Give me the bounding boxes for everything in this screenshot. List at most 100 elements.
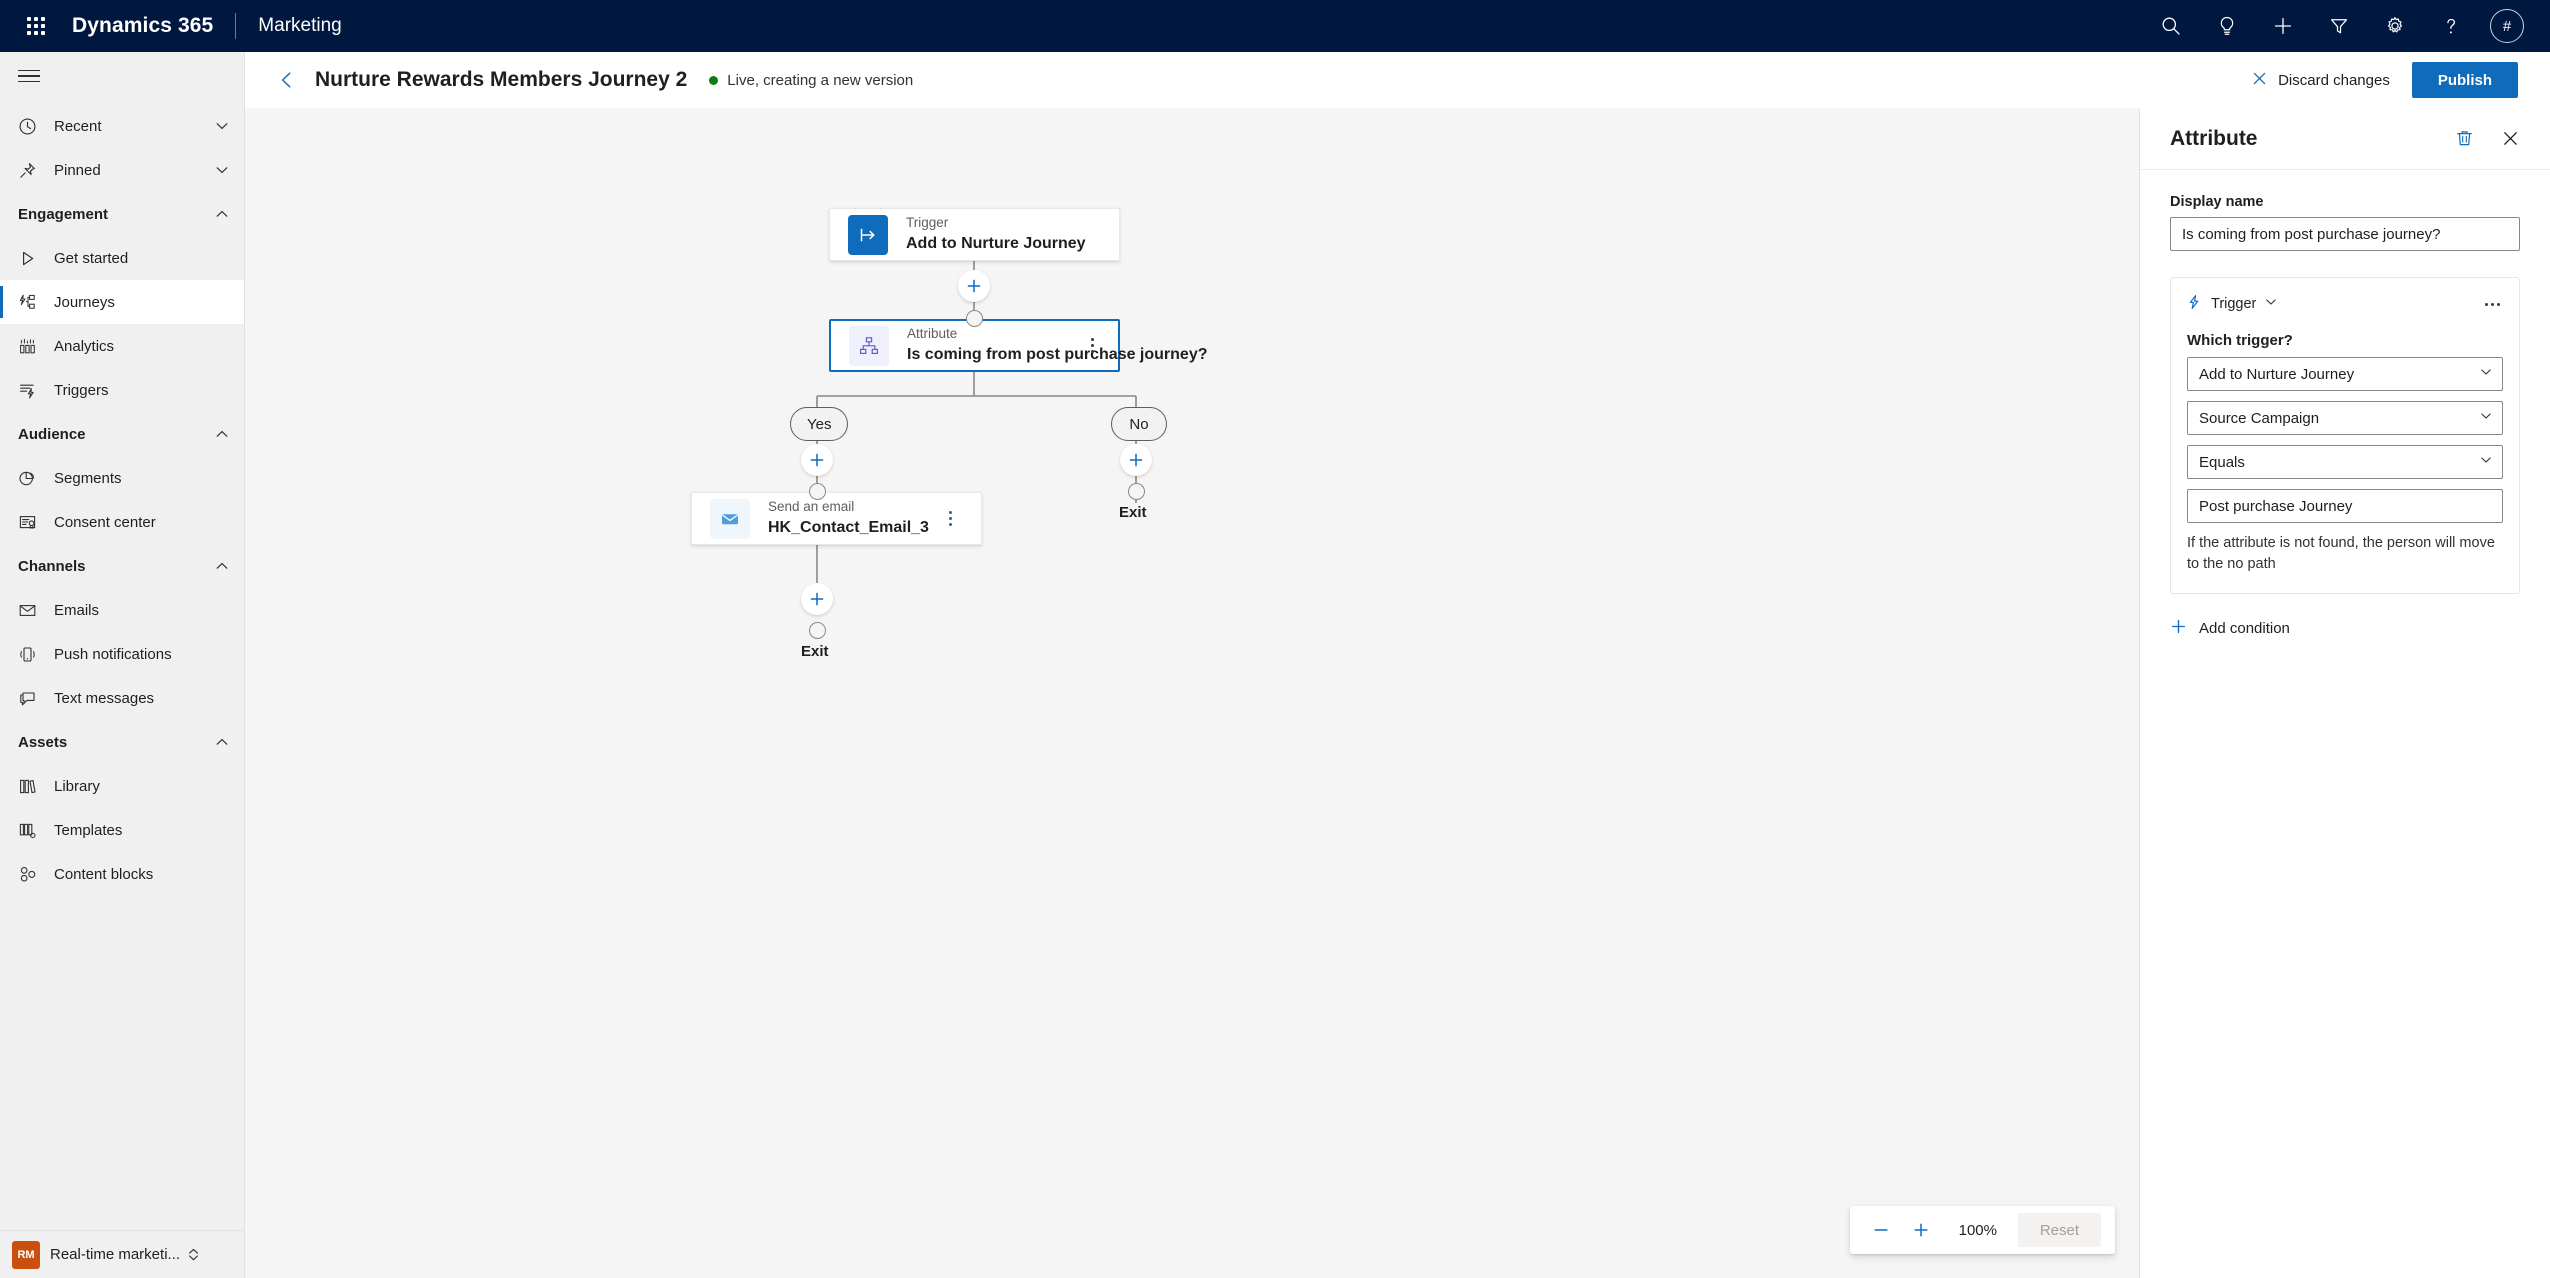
journey-node-send-email[interactable]: Send an email HK_Contact_Email_3 — [691, 492, 982, 545]
sidebar-item-templates[interactable]: Templates — [0, 808, 244, 852]
sidebar-group-engagement[interactable]: Engagement — [0, 192, 244, 236]
command-bar: Nurture Rewards Members Journey 2 Live, … — [245, 52, 2550, 108]
sidebar-group-label: Assets — [18, 733, 68, 751]
journey-node-kicker: Attribute — [907, 326, 958, 342]
add-step-button[interactable] — [801, 583, 833, 615]
chevron-up-icon[interactable] — [214, 734, 230, 750]
area-switcher[interactable]: RM Real-time marketi... — [0, 1230, 244, 1278]
sidebar-group-assets[interactable]: Assets — [0, 720, 244, 764]
chevron-down-icon — [2479, 409, 2493, 427]
zoom-reset-button[interactable]: Reset — [2017, 1213, 2101, 1247]
status-text: Live, creating a new version — [727, 71, 914, 89]
segments-icon — [18, 469, 44, 488]
back-arrow-icon[interactable] — [269, 62, 305, 98]
search-icon[interactable] — [2148, 4, 2194, 48]
exit-label: Exit — [1119, 504, 1147, 521]
trash-icon[interactable] — [2448, 123, 2480, 155]
add-condition-label: Add condition — [2199, 620, 2290, 638]
zoom-out-button[interactable] — [1864, 1213, 1898, 1247]
sidebar-item-label: Journeys — [54, 293, 115, 311]
sidebar-item-emails[interactable]: Emails — [0, 588, 244, 632]
discard-changes-label: Discard changes — [2278, 71, 2390, 89]
compare-value-text: Post purchase Journey — [2199, 497, 2353, 515]
compare-value-input[interactable]: Post purchase Journey — [2187, 489, 2503, 523]
trigger-chip-label: Trigger — [2211, 296, 2257, 312]
publish-button[interactable]: Publish — [2411, 62, 2518, 98]
chevron-down-icon[interactable] — [214, 118, 230, 134]
attribute-select[interactable]: Source Campaign — [2187, 401, 2503, 435]
sidebar-item-recent[interactable]: Recent — [0, 104, 244, 148]
condition-card-header: Trigger — [2187, 292, 2503, 316]
trigger-chip[interactable]: Trigger — [2187, 294, 2278, 315]
connector-dot — [1128, 483, 1145, 500]
sidebar-item-label: Pinned — [54, 161, 101, 179]
branch-pill-no[interactable]: No — [1111, 407, 1167, 441]
display-name-input[interactable] — [2170, 217, 2520, 251]
pin-icon — [18, 161, 44, 180]
sidebar-item-consent-center[interactable]: Consent center — [0, 500, 244, 544]
lightbulb-icon[interactable] — [2204, 4, 2250, 48]
avatar[interactable]: # — [2490, 9, 2524, 43]
sidebar-item-label: Emails — [54, 601, 100, 619]
trigger-select[interactable]: Add to Nurture Journey — [2187, 357, 2503, 391]
sidebar-item-push-notifications[interactable]: Push notifications — [0, 632, 244, 676]
condition-help-text: If the attribute is not found, the perso… — [2187, 535, 2495, 573]
panel-header-actions — [2448, 123, 2526, 155]
sidebar-item-content-blocks[interactable]: Content blocks — [0, 852, 244, 896]
filter-icon[interactable] — [2316, 4, 2362, 48]
waffle-grid-icon[interactable] — [16, 6, 56, 46]
add-step-button[interactable] — [1120, 444, 1152, 476]
add-step-button[interactable] — [958, 270, 990, 302]
sidebar-group-channels[interactable]: Channels — [0, 544, 244, 588]
journeys-icon — [18, 293, 44, 312]
sidebar-group-audience[interactable]: Audience — [0, 412, 244, 456]
node-overflow-menu-icon[interactable] — [937, 503, 963, 535]
chevron-up-icon[interactable] — [214, 558, 230, 574]
node-overflow-menu-icon[interactable] — [1085, 330, 1100, 362]
plus-icon[interactable] — [2260, 4, 2306, 48]
chevron-down-icon[interactable] — [214, 162, 230, 178]
branch-pill-yes[interactable]: Yes — [790, 407, 849, 441]
discard-changes-button[interactable]: Discard changes — [2251, 70, 2390, 91]
sidebar-item-label: Push notifications — [54, 645, 172, 663]
ellipsis-icon[interactable] — [2481, 293, 2503, 315]
branch-pill-label: No — [1129, 415, 1149, 433]
sidebar-item-segments[interactable]: Segments — [0, 456, 244, 500]
sidebar-group-label: Audience — [18, 425, 86, 443]
chevron-up-icon[interactable] — [214, 426, 230, 442]
hamburger-icon[interactable] — [0, 52, 244, 100]
zoom-in-button[interactable] — [1904, 1213, 1938, 1247]
close-icon[interactable] — [2494, 123, 2526, 155]
journey-node-trigger[interactable]: Trigger Add to Nurture Journey — [829, 208, 1120, 261]
main-area: Nurture Rewards Members Journey 2 Live, … — [245, 52, 2550, 1278]
chevron-up-icon[interactable] — [214, 206, 230, 222]
sidebar-item-journeys[interactable]: Journeys — [0, 280, 244, 324]
content-row: Trigger Add to Nurture Journey Attribute — [245, 108, 2550, 1278]
add-condition-button[interactable]: Add condition — [2170, 618, 2520, 639]
app-shell: Recent Pinned Engagement Get started Jou… — [0, 52, 2550, 1278]
phone-icon — [18, 645, 44, 664]
brand-title[interactable]: Dynamics 365 — [72, 14, 213, 38]
chevron-down-icon — [2479, 453, 2493, 471]
sidebar-group-label: Channels — [18, 557, 86, 575]
trigger-select-value: Add to Nurture Journey — [2199, 365, 2355, 383]
sidebar-item-pinned[interactable]: Pinned — [0, 148, 244, 192]
app-module-name[interactable]: Marketing — [258, 15, 341, 37]
triggers-icon — [18, 381, 44, 400]
area-switcher-label: Real-time marketi... — [50, 1246, 181, 1263]
panel-body: Display name Trigger — [2140, 170, 2550, 639]
sidebar-item-library[interactable]: Library — [0, 764, 244, 808]
panel-title: Attribute — [2170, 126, 2258, 150]
sidebar-item-triggers[interactable]: Triggers — [0, 368, 244, 412]
sidebar-item-analytics[interactable]: Analytics — [0, 324, 244, 368]
sidebar-item-get-started[interactable]: Get started — [0, 236, 244, 280]
gear-icon[interactable] — [2372, 4, 2418, 48]
sidebar-item-text-messages[interactable]: Text messages — [0, 676, 244, 720]
status-badge: Live, creating a new version — [709, 72, 913, 89]
journey-canvas[interactable]: Trigger Add to Nurture Journey Attribute — [245, 108, 2139, 1278]
updown-chevron-icon[interactable] — [186, 1247, 201, 1262]
add-step-button[interactable] — [801, 444, 833, 476]
chevron-down-icon[interactable] — [2264, 295, 2278, 314]
operator-select[interactable]: Equals — [2187, 445, 2503, 479]
question-icon[interactable] — [2428, 4, 2474, 48]
